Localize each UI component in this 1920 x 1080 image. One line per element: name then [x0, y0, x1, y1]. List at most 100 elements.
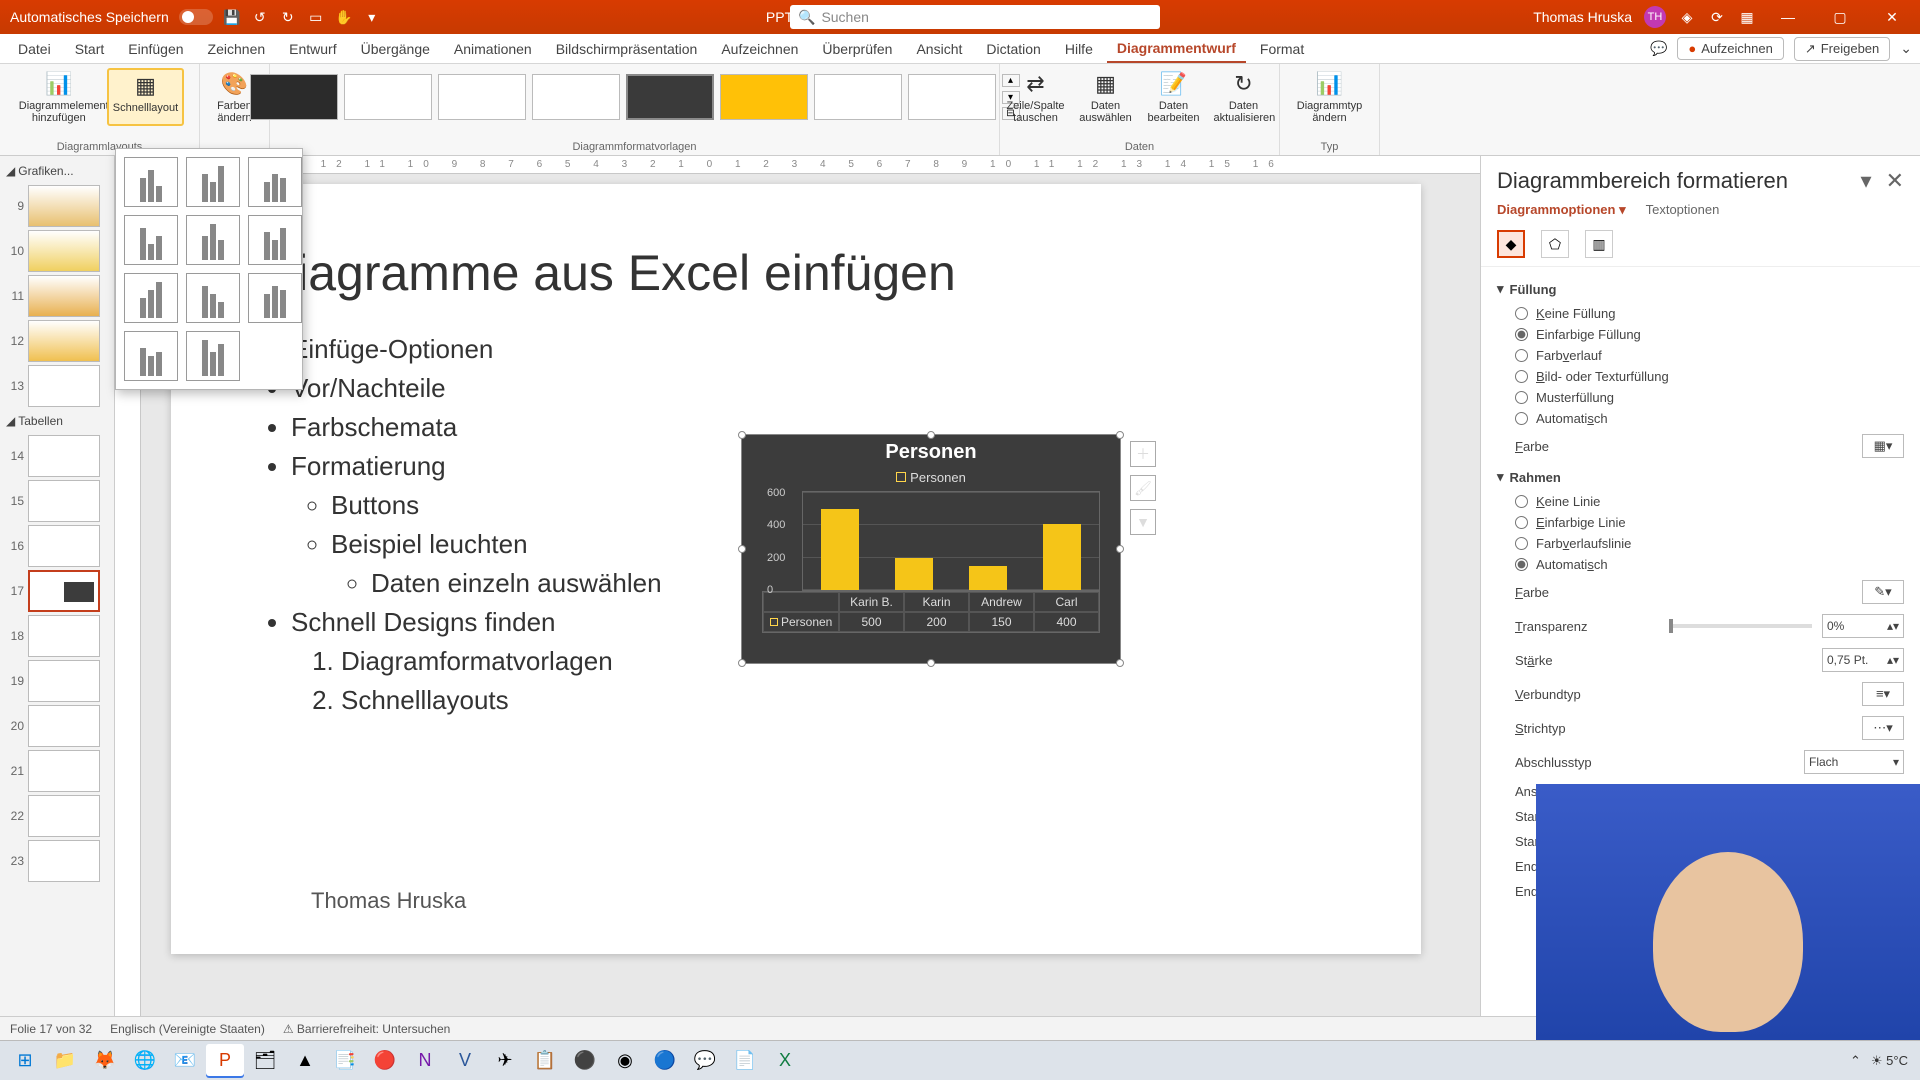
tab-datei[interactable]: Datei — [8, 36, 61, 62]
username-label[interactable]: Thomas Hruska — [1533, 9, 1632, 25]
touch-icon[interactable]: ✋ — [335, 8, 353, 26]
fill-auto[interactable]: Automatisch — [1497, 408, 1904, 429]
app-icon-5[interactable]: ◉ — [606, 1044, 644, 1078]
chart-style-8[interactable] — [908, 74, 996, 120]
thumb-12[interactable]: 12 — [4, 320, 110, 362]
cap-type[interactable]: Flach▾ — [1804, 750, 1904, 774]
thumb-11[interactable]: 11 — [4, 275, 110, 317]
quick-layout-option-2[interactable] — [186, 157, 240, 207]
edit-data-button[interactable]: 📝Daten bearbeiten — [1142, 68, 1206, 126]
redo-icon[interactable]: ↻ — [279, 8, 297, 26]
line-solid[interactable]: Einfarbige Linie — [1497, 512, 1904, 533]
fill-solid[interactable]: Einfarbige Füllung — [1497, 324, 1904, 345]
bar-carl[interactable] — [1043, 524, 1081, 590]
vlc-icon[interactable]: ▲ — [286, 1044, 324, 1078]
start-button[interactable]: ⊞ — [6, 1044, 44, 1078]
quick-layout-option-3[interactable] — [248, 157, 302, 207]
save-icon[interactable]: 💾 — [223, 8, 241, 26]
firefox-icon[interactable]: 🦊 — [86, 1044, 124, 1078]
bar-karin-b[interactable] — [821, 509, 859, 590]
chart-style-1[interactable] — [250, 74, 338, 120]
maximize-button[interactable]: ▢ — [1820, 0, 1860, 34]
obs-icon[interactable]: ⚫ — [566, 1044, 604, 1078]
slide-thumbnails[interactable]: ◢ Grafiken... 9 10 11 12 13 ◢ Tabellen 1… — [0, 156, 115, 1016]
chart-style-5-selected[interactable] — [626, 74, 714, 120]
slide[interactable]: Diagramme aus Excel einfügen Einfüge-Opt… — [171, 184, 1421, 954]
slideshow-icon[interactable]: ▭ — [307, 8, 325, 26]
share-button[interactable]: ↗Freigeben — [1794, 37, 1890, 61]
compound-type[interactable]: ≡▾ — [1862, 682, 1904, 706]
close-button[interactable]: ✕ — [1872, 0, 1912, 34]
chart-style-7[interactable] — [814, 74, 902, 120]
section-header-tables[interactable]: ◢ Tabellen — [4, 410, 110, 432]
bullet-5-2[interactable]: Schnelllayouts — [341, 681, 1331, 720]
sync-icon[interactable]: ⟳ — [1708, 8, 1726, 26]
quick-layout-option-8[interactable] — [186, 273, 240, 323]
fill-line-tab-icon[interactable]: ◆ — [1497, 230, 1525, 258]
chart-object[interactable]: Personen Personen 600 400 200 0 Karin B.… — [741, 434, 1121, 664]
fill-color-picker[interactable]: ▦▾ — [1862, 434, 1904, 458]
line-none[interactable]: Keine Linie — [1497, 491, 1904, 512]
section-border[interactable]: ▾ Rahmen — [1497, 469, 1904, 485]
quick-layout-option-4[interactable] — [124, 215, 178, 265]
tab-zeichnen[interactable]: Zeichnen — [198, 36, 276, 62]
chart-styles-button[interactable]: 🖌 — [1130, 475, 1156, 501]
thumb-17[interactable]: 17 — [4, 570, 110, 612]
bullet-2[interactable]: Vor/Nachteile — [291, 369, 1331, 408]
line-gradient[interactable]: Farbverlaufslinie — [1497, 533, 1904, 554]
comments-icon[interactable]: 💬 — [1650, 40, 1667, 57]
bar-andrew[interactable] — [969, 566, 1007, 591]
chart-plot-area[interactable]: 600 400 200 0 — [802, 491, 1100, 591]
chart-style-3[interactable] — [438, 74, 526, 120]
excel-icon[interactable]: X — [766, 1044, 804, 1078]
tab-bildschirm[interactable]: Bildschirmpräsentation — [546, 36, 708, 62]
quick-layout-option-5[interactable] — [186, 215, 240, 265]
weather-widget[interactable]: ☀ 5°C — [1871, 1053, 1908, 1069]
tab-einfuegen[interactable]: Einfügen — [118, 36, 193, 62]
tab-ueberpruefen[interactable]: Überprüfen — [812, 36, 902, 62]
chart-filter-button[interactable]: ▼ — [1130, 509, 1156, 535]
fill-gradient[interactable]: Farbverlauf — [1497, 345, 1904, 366]
tab-diagrammentwurf[interactable]: Diagrammentwurf — [1107, 35, 1246, 63]
section-header-graphics[interactable]: ◢ Grafiken... — [4, 160, 110, 182]
bullet-1[interactable]: Einfüge-Optionen — [291, 330, 1331, 369]
switch-row-col-button[interactable]: ⇄Zeile/Spalte tauschen — [1002, 68, 1070, 126]
change-chart-type-button[interactable]: 📊Diagrammtyp ändern — [1286, 68, 1374, 126]
fill-none[interactable]: Keine Füllung — [1497, 303, 1904, 324]
thumb-13[interactable]: 13 — [4, 365, 110, 407]
app-icon-7[interactable]: 💬 — [686, 1044, 724, 1078]
status-accessibility[interactable]: ⚠ Barrierefreiheit: Untersuchen — [283, 1022, 451, 1036]
chart-data-table[interactable]: Karin B. Karin Andrew Carl Personen 500 … — [762, 591, 1100, 633]
transparency-value[interactable]: 0%▴▾ — [1822, 614, 1904, 638]
tab-hilfe[interactable]: Hilfe — [1055, 36, 1103, 62]
tab-ansicht[interactable]: Ansicht — [906, 36, 972, 62]
pane-options-icon[interactable]: ▾ — [1861, 168, 1872, 194]
thumb-19[interactable]: 19 — [4, 660, 110, 702]
user-avatar[interactable]: TH — [1644, 6, 1666, 28]
quick-layout-option-7[interactable] — [124, 273, 178, 323]
visio-icon[interactable]: V — [446, 1044, 484, 1078]
tab-format[interactable]: Format — [1250, 36, 1314, 62]
line-auto[interactable]: Automatisch — [1497, 554, 1904, 575]
app-icon-2[interactable]: 📑 — [326, 1044, 364, 1078]
dash-type[interactable]: ⋯▾ — [1862, 716, 1904, 740]
quick-layout-option-1[interactable] — [124, 157, 178, 207]
quick-layout-button[interactable]: ▦Schnelllayout — [107, 68, 184, 126]
pane-close-icon[interactable]: ✕ — [1886, 168, 1904, 194]
add-chart-element-button[interactable]: 📊Diagrammelement hinzufügen — [15, 68, 103, 126]
tab-animationen[interactable]: Animationen — [444, 36, 542, 62]
thumb-20[interactable]: 20 — [4, 705, 110, 747]
outlook-icon[interactable]: 📧 — [166, 1044, 204, 1078]
quick-layout-option-11[interactable] — [186, 331, 240, 381]
undo-icon[interactable]: ↺ — [251, 8, 269, 26]
tab-aufzeichnen[interactable]: Aufzeichnen — [711, 36, 808, 62]
slide-author[interactable]: Thomas Hruska — [311, 888, 466, 914]
app-icon-1[interactable]: 🗂 — [246, 1044, 284, 1078]
onenote-icon[interactable]: N — [406, 1044, 444, 1078]
transparency-slider[interactable] — [1669, 624, 1813, 628]
record-button[interactable]: ●Aufzeichnen — [1677, 37, 1783, 60]
pane-tab-diagram[interactable]: Diagrammoptionen ▾ — [1497, 202, 1626, 218]
thumb-21[interactable]: 21 — [4, 750, 110, 792]
app-icon-4[interactable]: 📋 — [526, 1044, 564, 1078]
thumb-18[interactable]: 18 — [4, 615, 110, 657]
